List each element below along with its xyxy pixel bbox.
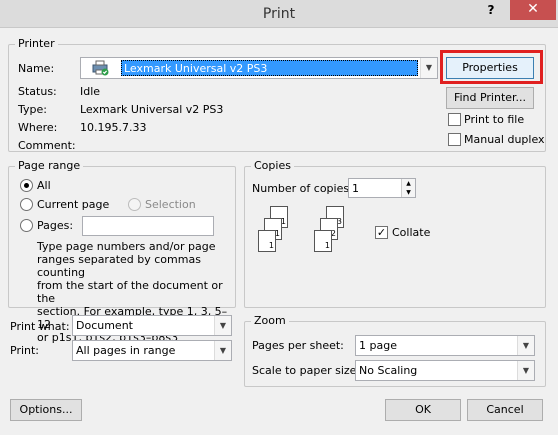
printer-name-value: Lexmark Universal v2 PS3 xyxy=(124,62,268,75)
help-line: from the start of the document or the xyxy=(37,279,223,305)
manual-duplex-checkbox[interactable] xyxy=(448,133,461,146)
printer-name-selected: Lexmark Universal v2 PS3 xyxy=(121,60,418,76)
comment-label: Comment: xyxy=(18,139,76,152)
copies-value: 1 xyxy=(352,182,359,195)
window-title: Print xyxy=(262,6,296,22)
type-value: Lexmark Universal v2 PS3 xyxy=(80,103,224,116)
page-icon: 1 xyxy=(314,230,332,252)
printer-icon xyxy=(91,60,109,76)
printer-name-label: Name: xyxy=(18,62,55,75)
status-label: Status: xyxy=(18,85,57,98)
print-select[interactable]: All pages in range ▼ xyxy=(72,340,232,361)
zoom-group-label: Zoom xyxy=(251,314,289,327)
current-page-label: Current page xyxy=(37,198,110,211)
printer-name-combo[interactable]: Lexmark Universal v2 PS3 ▼ xyxy=(80,57,438,79)
where-label: Where: xyxy=(18,121,58,134)
status-value: Idle xyxy=(80,85,101,98)
chevron-down-icon[interactable]: ▼ xyxy=(420,58,437,78)
properties-button[interactable]: Properties xyxy=(446,57,534,79)
pages-radio[interactable] xyxy=(20,219,33,232)
collate-label: Collate xyxy=(392,226,431,239)
spin-down-icon[interactable]: ▼ xyxy=(402,188,415,197)
chevron-down-icon[interactable]: ▼ xyxy=(214,316,231,335)
pages-per-sheet-value: 1 page xyxy=(359,339,397,352)
close-button[interactable]: ✕ xyxy=(510,0,556,20)
pages-per-sheet-select[interactable]: 1 page ▼ xyxy=(355,335,535,356)
scale-value: No Scaling xyxy=(359,364,418,377)
manual-duplex-label: Manual duplex xyxy=(464,133,545,146)
chevron-down-icon[interactable]: ▼ xyxy=(517,336,534,355)
current-page-radio[interactable] xyxy=(20,198,33,211)
copies-spinner[interactable]: ▲ ▼ xyxy=(401,179,415,197)
copies-label: Number of copies: xyxy=(252,182,353,195)
help-line: ranges separated by commas counting xyxy=(37,253,201,279)
cancel-button[interactable]: Cancel xyxy=(467,399,543,421)
options-button[interactable]: Options... xyxy=(10,399,82,421)
scale-label: Scale to paper size: xyxy=(252,364,361,377)
print-value: All pages in range xyxy=(76,344,176,357)
spin-up-icon[interactable]: ▲ xyxy=(402,179,415,188)
selection-label: Selection xyxy=(145,198,196,211)
pages-per-sheet-label: Pages per sheet: xyxy=(252,339,344,352)
selection-radio[interactable] xyxy=(128,198,141,211)
printer-group-label: Printer xyxy=(15,37,58,50)
page-icon: 1 xyxy=(258,230,276,252)
print-what-value: Document xyxy=(76,319,133,332)
where-value: 10.195.7.33 xyxy=(80,121,147,134)
print-what-label: Print what: xyxy=(10,320,70,333)
print-what-select[interactable]: Document ▼ xyxy=(72,315,232,336)
print-to-file-checkbox[interactable] xyxy=(448,113,461,126)
page-range-group-label: Page range xyxy=(15,159,84,172)
print-label: Print: xyxy=(10,344,40,357)
help-button[interactable]: ? xyxy=(478,0,504,21)
print-to-file-label: Print to file xyxy=(464,113,525,126)
all-label: All xyxy=(37,179,51,192)
ok-button[interactable]: OK xyxy=(385,399,461,421)
title-bar: Print ? ✕ xyxy=(0,0,558,28)
help-line: Type page numbers and/or page xyxy=(37,240,216,253)
pages-input[interactable] xyxy=(82,216,214,236)
collate-checkbox[interactable]: ✓ xyxy=(375,226,388,239)
all-radio[interactable] xyxy=(20,179,33,192)
copies-group-label: Copies xyxy=(251,159,294,172)
find-printer-button[interactable]: Find Printer... xyxy=(446,87,534,109)
copies-input[interactable]: 1 ▲ ▼ xyxy=(348,178,416,198)
pages-label: Pages: xyxy=(37,219,74,232)
scale-select[interactable]: No Scaling ▼ xyxy=(355,360,535,381)
type-label: Type: xyxy=(18,103,47,116)
chevron-down-icon[interactable]: ▼ xyxy=(517,361,534,380)
chevron-down-icon[interactable]: ▼ xyxy=(214,341,231,360)
